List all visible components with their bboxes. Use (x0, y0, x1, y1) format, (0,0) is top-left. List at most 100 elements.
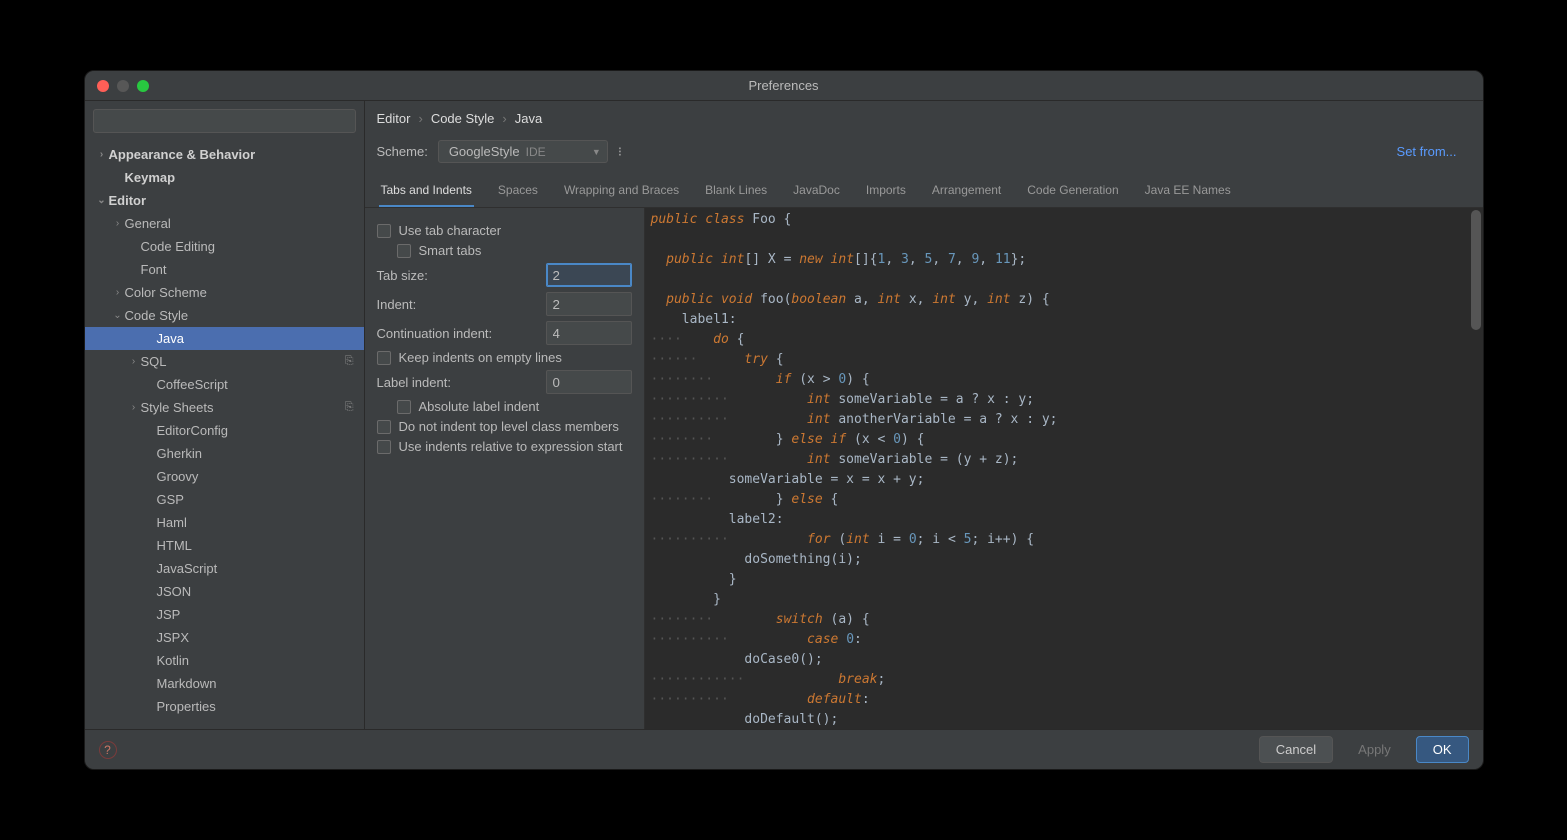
tab-java-ee-names[interactable]: Java EE Names (1143, 177, 1233, 207)
chevron-down-icon: ▼ (592, 147, 601, 157)
tree-item-label: JSON (157, 584, 192, 599)
tree-item-color-scheme[interactable]: ›Color Scheme (85, 281, 364, 304)
search-input[interactable] (93, 109, 356, 133)
tab-code-generation[interactable]: Code Generation (1025, 177, 1120, 207)
chevron-icon: › (111, 287, 125, 298)
scheme-scope: IDE (526, 145, 546, 159)
scrollbar-thumb[interactable] (1471, 210, 1481, 330)
checkbox-icon (377, 420, 391, 434)
code-preview: public class Foo { public int[] X = new … (645, 208, 1483, 729)
absolute-label-indent-checkbox[interactable]: Absolute label indent (377, 399, 632, 414)
scheme-actions-icon[interactable]: ⁝ (618, 144, 623, 160)
tree-item-label: HTML (157, 538, 192, 553)
titlebar: Preferences (85, 71, 1483, 101)
tree-item-label: General (125, 216, 171, 231)
main-panel: Editor › Code Style › Java Scheme: Googl… (365, 101, 1483, 729)
checkbox-icon (377, 224, 391, 238)
tree-item-label: Appearance & Behavior (109, 147, 256, 162)
tab-arrangement[interactable]: Arrangement (930, 177, 1003, 207)
smart-tabs-checkbox[interactable]: Smart tabs (377, 243, 632, 258)
window-title: Preferences (85, 78, 1483, 93)
tree-item-keymap[interactable]: Keymap (85, 166, 364, 189)
tree-item-sql[interactable]: ›SQL⎘ (85, 350, 364, 373)
tree-item-general[interactable]: ›General (85, 212, 364, 235)
tree-item-json[interactable]: JSON (85, 580, 364, 603)
label-indent-label: Label indent: (377, 375, 538, 390)
ok-button[interactable]: OK (1416, 736, 1469, 763)
tree-item-gherkin[interactable]: Gherkin (85, 442, 364, 465)
tree-item-code-editing[interactable]: Code Editing (85, 235, 364, 258)
tree-item-java[interactable]: Java (85, 327, 364, 350)
tree-item-javascript[interactable]: JavaScript (85, 557, 364, 580)
cancel-button[interactable]: Cancel (1259, 736, 1333, 763)
tab-javadoc[interactable]: JavaDoc (791, 177, 842, 207)
tree-item-label: Editor (109, 193, 147, 208)
chevron-icon: ⌄ (111, 310, 125, 321)
continuation-indent-input[interactable] (546, 321, 632, 345)
tree-item-label: Keymap (125, 170, 176, 185)
indent-input[interactable] (546, 292, 632, 316)
tree-item-kotlin[interactable]: Kotlin (85, 649, 364, 672)
tree-item-properties[interactable]: Properties (85, 695, 364, 718)
tree-item-coffeescript[interactable]: CoffeeScript (85, 373, 364, 396)
tree-item-jsp[interactable]: JSP (85, 603, 364, 626)
tree-item-font[interactable]: Font (85, 258, 364, 281)
tree-item-label: Haml (157, 515, 187, 530)
tree-item-label: EditorConfig (157, 423, 229, 438)
tree-item-html[interactable]: HTML (85, 534, 364, 557)
breadcrumb-sep: › (502, 111, 506, 126)
settings-tree: ›Appearance & BehaviorKeymap⌄Editor›Gene… (85, 141, 364, 729)
tree-item-markdown[interactable]: Markdown (85, 672, 364, 695)
tree-item-code-style[interactable]: ⌄Code Style (85, 304, 364, 327)
keep-indents-checkbox[interactable]: Keep indents on empty lines (377, 350, 632, 365)
chevron-icon: › (127, 402, 141, 413)
tree-item-label: Font (141, 262, 167, 277)
tree-item-gsp[interactable]: GSP (85, 488, 364, 511)
tab-spaces[interactable]: Spaces (496, 177, 540, 207)
indent-settings-form: Use tab character Smart tabs Tab size: I… (365, 208, 645, 729)
tree-item-style-sheets[interactable]: ›Style Sheets⎘ (85, 396, 364, 419)
scope-icon: ⎘ (345, 401, 354, 414)
indent-label: Indent: (377, 297, 538, 312)
breadcrumb-editor[interactable]: Editor (377, 111, 411, 126)
scheme-dropdown[interactable]: GoogleStyle IDE ▼ (438, 140, 608, 163)
label-indent-input[interactable] (546, 370, 632, 394)
checkbox-icon (377, 440, 391, 454)
tree-item-label: Color Scheme (125, 285, 207, 300)
tab-tabs-and-indents[interactable]: Tabs and Indents (379, 177, 474, 207)
set-from-link[interactable]: Set from... (1397, 144, 1457, 159)
tree-item-groovy[interactable]: Groovy (85, 465, 364, 488)
use-tab-checkbox[interactable]: Use tab character (377, 223, 632, 238)
breadcrumb-codestyle[interactable]: Code Style (431, 111, 495, 126)
tree-item-editorconfig[interactable]: EditorConfig (85, 419, 364, 442)
checkbox-icon (397, 244, 411, 258)
tree-item-label: JSPX (157, 630, 190, 645)
continuation-indent-label: Continuation indent: (377, 326, 538, 341)
scope-icon: ⎘ (345, 355, 354, 368)
tree-item-editor[interactable]: ⌄Editor (85, 189, 364, 212)
tree-item-label: SQL (141, 354, 167, 369)
chevron-icon: ⌄ (95, 195, 109, 206)
tab-wrapping-and-braces[interactable]: Wrapping and Braces (562, 177, 681, 207)
apply-button[interactable]: Apply (1341, 736, 1408, 763)
breadcrumb: Editor › Code Style › Java (365, 101, 1483, 136)
tab-size-input[interactable] (546, 263, 632, 287)
scheme-name: GoogleStyle (449, 144, 520, 159)
tab-blank-lines[interactable]: Blank Lines (703, 177, 769, 207)
sidebar: ⌕ ›Appearance & BehaviorKeymap⌄Editor›Ge… (85, 101, 365, 729)
tree-item-label: Gherkin (157, 446, 203, 461)
relative-expression-checkbox[interactable]: Use indents relative to expression start (377, 439, 632, 454)
tree-item-label: Kotlin (157, 653, 190, 668)
tree-item-jspx[interactable]: JSPX (85, 626, 364, 649)
tree-item-label: Code Style (125, 308, 189, 323)
tab-imports[interactable]: Imports (864, 177, 908, 207)
codestyle-tabs: Tabs and Indents Spaces Wrapping and Brace… (365, 173, 1483, 208)
tree-item-haml[interactable]: Haml (85, 511, 364, 534)
tree-item-label: Markdown (157, 676, 217, 691)
tree-item-appearance-behavior[interactable]: ›Appearance & Behavior (85, 143, 364, 166)
tree-item-label: GSP (157, 492, 184, 507)
no-indent-top-level-checkbox[interactable]: Do not indent top level class members (377, 419, 632, 434)
help-icon[interactable]: ? (99, 741, 117, 759)
chevron-icon: › (111, 218, 125, 229)
tree-item-label: Properties (157, 699, 216, 714)
